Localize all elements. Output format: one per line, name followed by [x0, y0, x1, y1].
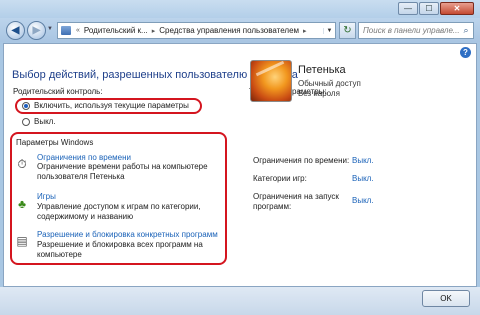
radio-off-label[interactable]: Выкл. — [34, 117, 56, 126]
windows-settings-title: Параметры Windows — [16, 138, 94, 147]
games-icon: ♣ — [18, 197, 26, 211]
recent-pages-chevron-icon[interactable]: ▼ — [47, 26, 53, 32]
account-type: Обычный доступ — [298, 79, 361, 88]
maximize-button[interactable]: ☐ — [419, 2, 439, 15]
forward-button[interactable]: ▶ — [27, 21, 46, 40]
program-limits-status-label: Ограничения на запуск программ: — [253, 192, 339, 211]
content-panel: ? Выбор действий, разрешенных пользовате… — [3, 43, 477, 287]
search-input[interactable]: Поиск в панели управле... — [359, 26, 459, 35]
radio-on[interactable] — [22, 102, 30, 110]
address-bar[interactable]: « Родительский к... ▸ Средства управлени… — [57, 22, 336, 39]
search-icon[interactable]: ⌕ — [459, 25, 473, 36]
user-avatar — [250, 60, 292, 102]
minimize-button[interactable]: — — [398, 2, 418, 15]
programs-description: Разрешение и блокировка всех программ на… — [37, 240, 203, 259]
time-limits-status-value: Выкл. — [352, 156, 374, 165]
breadcrumb-parental-controls[interactable]: Родительский к... — [82, 26, 150, 35]
breadcrumb-separator-icon: « — [76, 27, 80, 34]
games-description: Управление доступом к играм по категории… — [37, 202, 201, 221]
breadcrumb-chevron-icon[interactable]: ▸ — [301, 27, 309, 35]
programs-icon: ▤ — [16, 234, 28, 248]
clock-icon: ⏱ — [17, 157, 27, 171]
time-limits-description: Ограничение времени работы на компьютере… — [37, 162, 208, 181]
ok-button[interactable]: OK — [422, 290, 470, 307]
user-name: Петенька — [298, 64, 346, 76]
address-dropdown-icon[interactable]: ▼ — [323, 27, 335, 34]
window-controls: — ☐ ✕ — [398, 2, 474, 15]
close-button[interactable]: ✕ — [440, 2, 474, 15]
breadcrumb-user-controls[interactable]: Средства управления пользователем — [157, 26, 301, 35]
navigation-bar: ◀ ▶ ▼ « Родительский к... ▸ Средства упр… — [0, 18, 480, 42]
help-button[interactable]: ? — [460, 47, 471, 58]
radio-on-label[interactable]: Включить, используя текущие параметры — [34, 101, 189, 110]
title-bar: — ☐ ✕ — [0, 0, 480, 18]
programs-link[interactable]: Разрешение и блокировка конкретных прогр… — [37, 230, 218, 239]
breadcrumb-chevron-icon[interactable]: ▸ — [150, 27, 158, 35]
password-status: Без пароля — [298, 89, 340, 98]
time-limits-link[interactable]: Ограничения по времени — [37, 153, 131, 162]
parental-control-label: Родительский контроль: — [13, 87, 103, 96]
refresh-button[interactable]: ↻ — [339, 22, 356, 39]
game-ratings-status-label: Категории игр: — [253, 174, 307, 183]
back-button[interactable]: ◀ — [6, 21, 25, 40]
search-box[interactable]: Поиск в панели управле... ⌕ — [358, 22, 474, 39]
time-limits-status-label: Ограничения по времени: — [253, 156, 350, 165]
game-ratings-status-value: Выкл. — [352, 174, 374, 183]
games-link[interactable]: Игры — [37, 192, 56, 201]
program-limits-status-value: Выкл. — [352, 196, 374, 205]
footer-bar: OK — [0, 287, 480, 315]
control-panel-icon — [61, 26, 71, 35]
radio-off[interactable] — [22, 118, 30, 126]
